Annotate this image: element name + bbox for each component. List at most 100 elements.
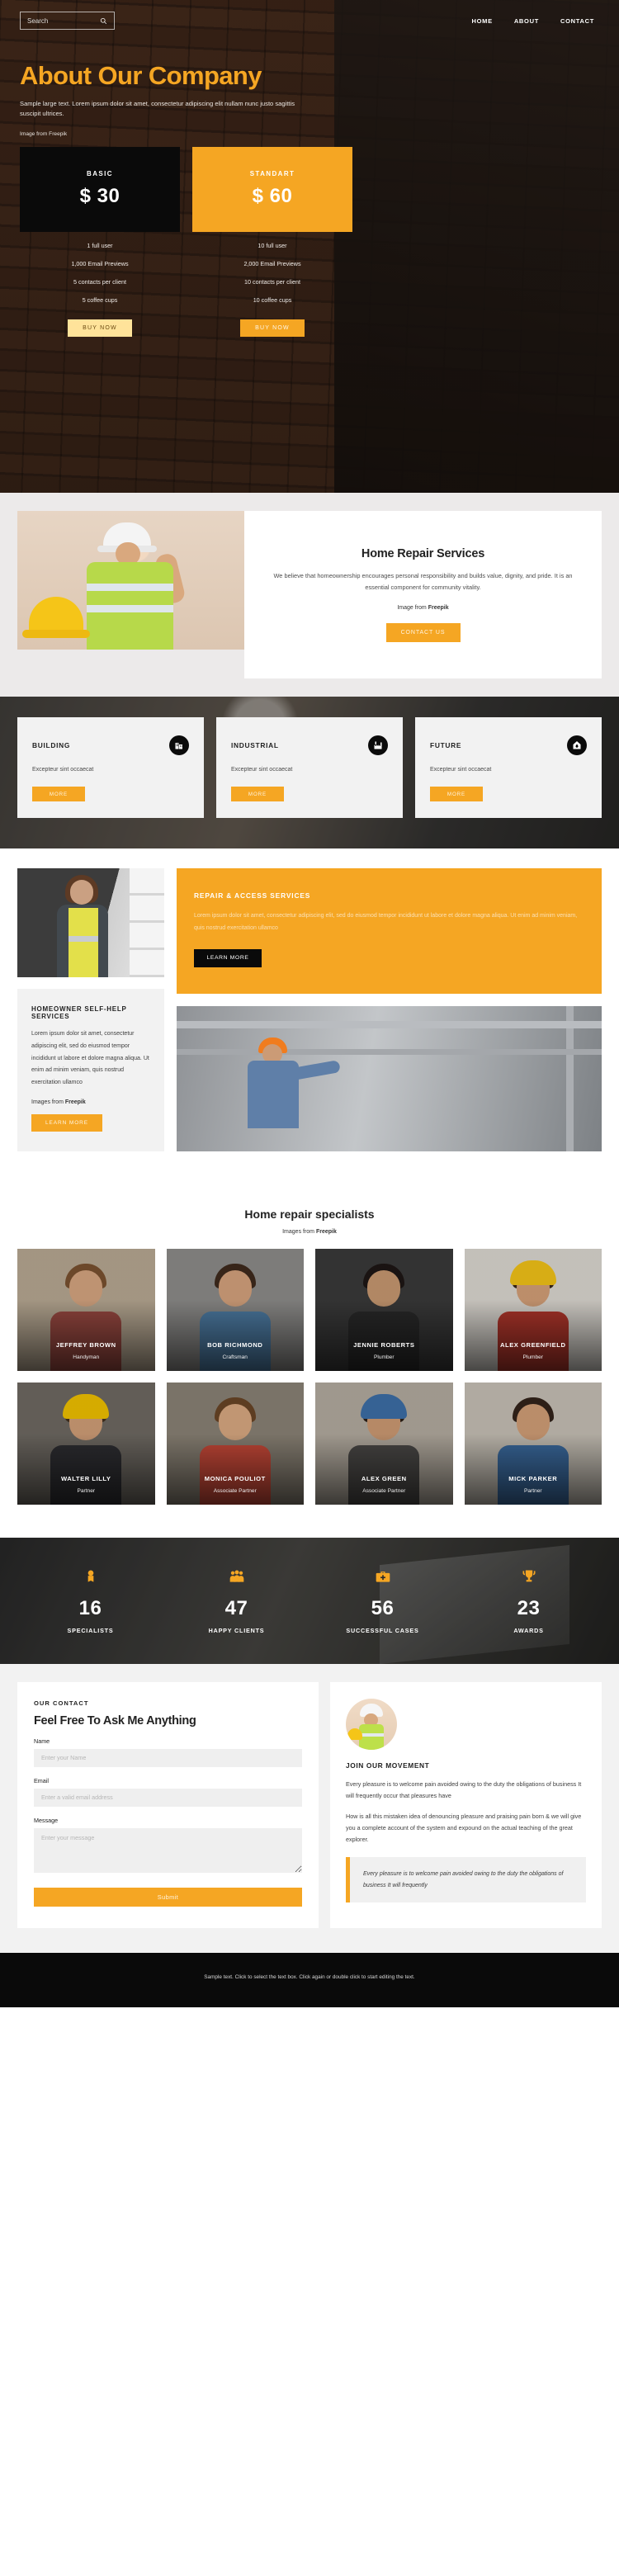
contact-title: Feel Free To Ask Me Anything bbox=[34, 1713, 196, 1728]
feature-card-industrial[interactable]: INDUSTRIAL Excepteur sint occaecat MORE bbox=[216, 717, 403, 819]
join-movement-paragraph-2: How is all this mistaken idea of denounc… bbox=[346, 1812, 582, 1843]
stat-label: SPECIALISTS bbox=[67, 1626, 114, 1634]
plan-feature: 10 contacts per client bbox=[244, 277, 300, 286]
join-movement-card: JOIN OUR MOVEMENT Every pleasure is to w… bbox=[330, 1681, 602, 1928]
feature-card-building[interactable]: BUILDING Excepteur sint occaecat MORE bbox=[17, 717, 204, 819]
member-role: Associate Partner bbox=[213, 1487, 257, 1494]
plan-feature-list: 10 full user 2,000 Email Previews 10 con… bbox=[192, 232, 352, 304]
member-name: JENNIE ROBERTS bbox=[353, 1340, 415, 1349]
buy-now-button-basic[interactable]: BUY NOW bbox=[68, 319, 132, 337]
contact-us-button[interactable]: CONTACT US bbox=[385, 623, 461, 643]
more-button-future[interactable]: MORE bbox=[430, 787, 483, 802]
feature-card-text: Excepteur sint occaecat bbox=[32, 767, 94, 773]
plan-name: STANDART bbox=[249, 170, 295, 178]
contact-section: OUR CONTACT Feel Free To Ask Me Anything… bbox=[0, 1663, 619, 1953]
stat-value: 47 bbox=[224, 1596, 248, 1619]
statistics-section: 16 SPECIALISTS 47 HAPPY CLIENTS 56 SUCCE… bbox=[0, 1537, 619, 1664]
member-role: Handyman bbox=[73, 1354, 100, 1360]
credit-brand: Freepik bbox=[428, 605, 449, 612]
member-role: Partner bbox=[77, 1487, 96, 1494]
safety-vest-shape bbox=[69, 908, 98, 978]
team-member-card[interactable]: JENNIE ROBERTS Plumber bbox=[315, 1248, 453, 1371]
nav-item-about[interactable]: ABOUT bbox=[514, 17, 539, 25]
member-name: ALEX GREEN bbox=[361, 1474, 407, 1482]
stat-label: AWARDS bbox=[513, 1626, 544, 1634]
more-button-building[interactable]: MORE bbox=[32, 787, 85, 802]
email-input[interactable] bbox=[34, 1788, 302, 1807]
selfhelp-text: Lorem ipsum dolor sit amet, consectetur … bbox=[31, 1031, 149, 1086]
plan-header: STANDART $ 60 bbox=[192, 146, 352, 232]
quote-block: Every pleasure is to welcome pain avoide… bbox=[346, 1856, 586, 1903]
stat-specialists: 16 SPECIALISTS bbox=[17, 1566, 163, 1634]
search-box[interactable] bbox=[20, 12, 115, 30]
team-member-card[interactable]: ALEX GREENFIELD Plumber bbox=[464, 1248, 602, 1371]
feature-card-text: Excepteur sint occaecat bbox=[231, 767, 293, 773]
member-name: MONICA POULIOT bbox=[204, 1474, 266, 1482]
member-role: Craftsman bbox=[222, 1354, 248, 1360]
search-icon bbox=[100, 17, 107, 24]
team-member-card[interactable]: JEFFREY BROWN Handyman bbox=[17, 1248, 155, 1371]
yellow-hardhat-shape bbox=[347, 1728, 362, 1740]
member-name: ALEX GREENFIELD bbox=[499, 1340, 566, 1349]
message-textarea[interactable] bbox=[34, 1827, 302, 1873]
team-title: Home repair specialists bbox=[244, 1207, 375, 1221]
stat-label: SUCCESSFUL CASES bbox=[346, 1626, 419, 1634]
search-input[interactable] bbox=[27, 17, 95, 25]
nav-item-contact[interactable]: CONTACT bbox=[560, 17, 594, 25]
plan-price: $ 60 bbox=[252, 185, 293, 208]
more-button-industrial[interactable]: MORE bbox=[231, 787, 284, 802]
plan-feature: 5 coffee cups bbox=[82, 295, 118, 304]
nav-item-home[interactable]: HOME bbox=[472, 17, 493, 25]
main-navigation[interactable]: HOME ABOUT CONTACT bbox=[472, 17, 600, 25]
head-shape bbox=[70, 880, 93, 905]
team-section: Home repair specialists Images from Free… bbox=[0, 1184, 619, 1538]
email-field-group: Email bbox=[34, 1777, 302, 1807]
feature-card-future[interactable]: FUTURE Excepteur sint occaecat MORE bbox=[415, 717, 602, 819]
member-overlay bbox=[17, 1248, 155, 1371]
hero-image-credit: Image from Freepik bbox=[20, 130, 68, 137]
worker-vest-shape bbox=[87, 562, 173, 650]
team-member-card[interactable]: WALTER LILLY Partner bbox=[17, 1382, 155, 1505]
yellow-hardhat-shape bbox=[22, 597, 90, 638]
horizontal-pipe-shape-2 bbox=[177, 1048, 602, 1055]
member-overlay bbox=[464, 1248, 602, 1371]
footer-text: Sample text. Click to select the text bo… bbox=[204, 1973, 415, 1980]
plan-feature: 1 full user bbox=[87, 241, 113, 249]
hero-subtitle: Sample large text. Lorem ipsum dolor sit… bbox=[20, 99, 295, 118]
repair-panel-title: REPAIR & ACCESS SERVICES bbox=[194, 891, 311, 900]
member-name: WALTER LILLY bbox=[60, 1474, 111, 1482]
plan-feature: 2,000 Email Previews bbox=[243, 259, 301, 267]
member-role: Plumber bbox=[373, 1354, 395, 1360]
team-member-card[interactable]: BOB RICHMOND Craftsman bbox=[166, 1248, 304, 1371]
factory-icon bbox=[368, 735, 388, 756]
team-member-card[interactable]: ALEX GREEN Associate Partner bbox=[315, 1382, 453, 1505]
submit-button[interactable]: Submit bbox=[34, 1887, 302, 1907]
join-movement-title: JOIN OUR MOVEMENT bbox=[346, 1761, 430, 1770]
feature-card-title: FUTURE bbox=[430, 741, 462, 750]
credit-prefix: Image from bbox=[397, 605, 428, 612]
name-input[interactable] bbox=[34, 1748, 302, 1767]
learn-more-button-selfhelp[interactable]: LEARN MORE bbox=[31, 1113, 102, 1132]
member-overlay bbox=[315, 1382, 453, 1505]
learn-more-button-repair[interactable]: LEARN MORE bbox=[194, 948, 262, 967]
buy-now-button-standart[interactable]: BUY NOW bbox=[240, 319, 305, 337]
stat-value: 23 bbox=[517, 1596, 541, 1619]
contact-eyebrow: OUR CONTACT bbox=[34, 1699, 89, 1707]
stat-awards: 23 AWARDS bbox=[456, 1566, 602, 1634]
feature-card-title: BUILDING bbox=[32, 741, 71, 750]
member-role: Partner bbox=[523, 1487, 542, 1494]
plan-feature-list: 1 full user 1,000 Email Previews 5 conta… bbox=[20, 232, 180, 304]
team-member-card[interactable]: MONICA POULIOT Associate Partner bbox=[166, 1382, 304, 1505]
team-member-card[interactable]: MICK PARKER Partner bbox=[464, 1382, 602, 1505]
arm-shape bbox=[291, 1059, 341, 1080]
services-card: Home Repair Services We believe that hom… bbox=[244, 511, 602, 679]
contact-form: OUR CONTACT Feel Free To Ask Me Anything… bbox=[17, 1681, 319, 1928]
people-group-icon bbox=[163, 1566, 310, 1587]
member-overlay bbox=[166, 1382, 304, 1505]
pricing-plan-standart: STANDART $ 60 10 full user 2,000 Email P… bbox=[192, 146, 352, 337]
repair-access-panel: REPAIR & ACCESS SERVICES Lorem ipsum dol… bbox=[177, 868, 602, 994]
footer: Sample text. Click to select the text bo… bbox=[0, 1952, 619, 2007]
pricing-plans: BASIC $ 30 1 full user 1,000 Email Previ… bbox=[20, 146, 599, 337]
repair-services-section: HOMEOWNER SELF-HELP SERVICES Lorem ipsum… bbox=[0, 848, 619, 1184]
office-building-icon bbox=[169, 735, 189, 756]
